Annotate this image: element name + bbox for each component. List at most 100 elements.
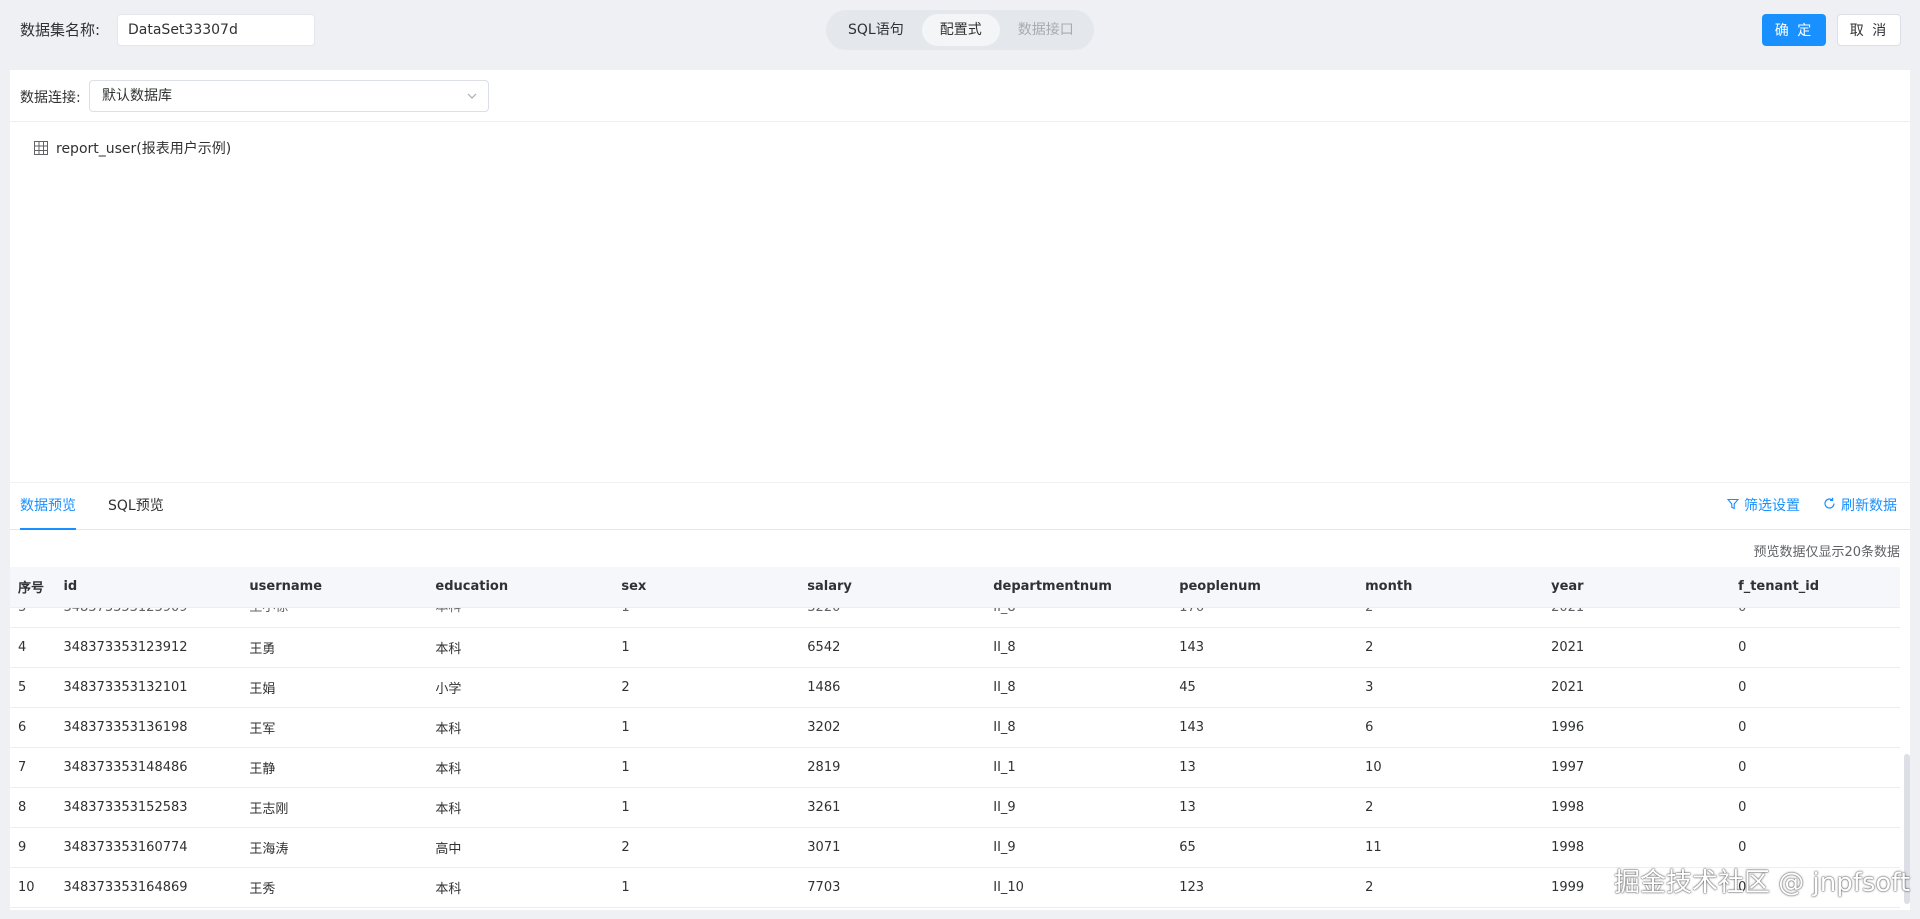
- table-cell: 2021: [1543, 667, 1731, 708]
- column-header[interactable]: departmentnum: [985, 567, 1172, 608]
- top-header: 数据集名称: SQL语句 配置式 数据接口 确 定 取 消: [0, 0, 1920, 60]
- table-cell: 0: [1730, 627, 1900, 668]
- column-header[interactable]: 序号: [10, 567, 56, 608]
- connection-label: 数据连接:: [20, 90, 81, 106]
- table-cell: 10: [10, 867, 56, 908]
- table-cell: 348373353123909: [55, 607, 242, 628]
- table-cell: 0: [1730, 607, 1900, 628]
- table-cell: 45: [1171, 667, 1358, 708]
- table-cell: 65: [1171, 827, 1358, 868]
- table-cell: 王小徐: [241, 607, 428, 628]
- filter-settings-label: 筛选设置: [1744, 498, 1800, 514]
- table-cell: 9: [10, 827, 56, 868]
- table-cell: 3: [10, 607, 56, 628]
- table-cell: 0: [1730, 827, 1900, 868]
- table-cell: 1: [613, 707, 800, 748]
- table-cell: II_8: [985, 607, 1172, 628]
- column-header[interactable]: username: [241, 567, 428, 608]
- table-cell: 本科: [427, 627, 614, 668]
- preview-limit-hint: 预览数据仅显示20条数据: [1753, 545, 1900, 560]
- mode-api[interactable]: 数据接口: [1000, 14, 1092, 46]
- table-cell: 1486: [799, 667, 986, 708]
- mode-config[interactable]: 配置式: [921, 14, 1000, 46]
- tab-data-preview[interactable]: 数据预览: [20, 483, 76, 530]
- table-cell: 10: [1357, 747, 1544, 788]
- tab-sql-preview[interactable]: SQL预览: [108, 483, 164, 530]
- column-header[interactable]: f_tenant_id: [1730, 567, 1900, 608]
- table-cell: II_9: [985, 827, 1172, 868]
- table-cell: 王静: [241, 747, 428, 788]
- table-cell: II_8: [985, 707, 1172, 748]
- dataset-name-input[interactable]: [117, 14, 315, 46]
- table-cell: 王海涛: [241, 827, 428, 868]
- table-cell: 8: [10, 787, 56, 828]
- confirm-button[interactable]: 确 定: [1762, 14, 1826, 46]
- table-cell: 王秀: [241, 867, 428, 908]
- table-cell: 0: [1730, 747, 1900, 788]
- column-header[interactable]: sex: [613, 567, 800, 608]
- preview-table: 序号 id username education sex salary depa…: [10, 567, 1900, 908]
- table-cell: 348373353123912: [55, 627, 242, 668]
- table-cell: 5: [10, 667, 56, 708]
- table-cell: 143: [1171, 627, 1358, 668]
- table-cell: 1: [613, 627, 800, 668]
- mode-switch: SQL语句 配置式 数据接口: [826, 10, 1094, 50]
- filter-settings-link[interactable]: 筛选设置: [1726, 483, 1800, 530]
- table-icon: [34, 141, 48, 155]
- table-header-row: 序号 id username education sex salary depa…: [10, 567, 1900, 608]
- table-cell: 王勇: [241, 627, 428, 668]
- table-cell: 2819: [799, 747, 986, 788]
- column-header[interactable]: month: [1357, 567, 1544, 608]
- table-cell: 1: [613, 747, 800, 788]
- column-header[interactable]: education: [427, 567, 614, 608]
- column-header[interactable]: salary: [799, 567, 986, 608]
- table-cell: 2: [613, 827, 800, 868]
- table-cell: 3071: [799, 827, 986, 868]
- column-header[interactable]: id: [55, 567, 242, 608]
- table-cell: 王志刚: [241, 787, 428, 828]
- table-cell: 348373353132101: [55, 667, 242, 708]
- table-cell: 王娟: [241, 667, 428, 708]
- preview-table-wrap: 序号 id username education sex salary depa…: [10, 567, 1900, 910]
- table-row[interactable]: 8 348373353152583 王志刚 本科 1 3261 II_9 13 2 1998 0: [10, 787, 1900, 828]
- connection-select[interactable]: 默认数据库: [89, 80, 489, 112]
- table-cell: 4: [10, 627, 56, 668]
- table-cell: 13: [1171, 747, 1358, 788]
- watermark: 掘金技术社区 @ jnpfsoft: [1614, 868, 1911, 898]
- table-cell: 176: [1171, 607, 1358, 628]
- table-cell: 7: [10, 747, 56, 788]
- table-cell: 13: [1171, 787, 1358, 828]
- table-cell: 6: [1357, 707, 1544, 748]
- table-row[interactable]: 3 348373353123909 王小徐 本科 1 3220 II_8 176 2 2021 0: [10, 607, 1900, 628]
- column-header[interactable]: peoplenum: [1171, 567, 1358, 608]
- table-cell: 3220: [799, 607, 986, 628]
- table-cell: 2: [1357, 607, 1544, 628]
- table-row[interactable]: 9 348373353160774 王海涛 高中 2 3071 II_9 65 11 1998 0: [10, 827, 1900, 868]
- table-cell: 本科: [427, 607, 614, 628]
- table-cell: 1998: [1543, 787, 1731, 828]
- table-cell: II_10: [985, 867, 1172, 908]
- refresh-data-link[interactable]: 刷新数据: [1823, 483, 1897, 530]
- table-cell: 小学: [427, 667, 614, 708]
- table-row[interactable]: 4 348373353123912 王勇 本科 1 6542 II_8 143 2 2021 0: [10, 627, 1900, 668]
- table-cell: 本科: [427, 747, 614, 788]
- table-cell: 本科: [427, 707, 614, 748]
- table-tree-item[interactable]: report_user(报表用户示例): [34, 138, 231, 158]
- table-cell: II_9: [985, 787, 1172, 828]
- table-tree-label: report_user(报表用户示例): [56, 141, 232, 157]
- table-cell: 2: [613, 667, 800, 708]
- table-cell: 2: [1357, 627, 1544, 668]
- table-row[interactable]: 5 348373353132101 王娟 小学 2 1486 II_8 45 3 2021 0: [10, 667, 1900, 708]
- column-header[interactable]: year: [1543, 567, 1731, 608]
- table-cell: 2: [1357, 787, 1544, 828]
- table-cell: 7703: [799, 867, 986, 908]
- cancel-button[interactable]: 取 消: [1837, 14, 1901, 46]
- table-cell: 1: [613, 867, 800, 908]
- table-cell: 1996: [1543, 707, 1731, 748]
- table-row[interactable]: 7 348373353148486 王静 本科 1 2819 II_1 13 10 1997 0: [10, 747, 1900, 788]
- table-cell: 348373353152583: [55, 787, 242, 828]
- table-cell: 2021: [1543, 627, 1731, 668]
- table-cell: II_8: [985, 627, 1172, 668]
- mode-sql[interactable]: SQL语句: [830, 14, 922, 46]
- table-row[interactable]: 6 348373353136198 王军 本科 1 3202 II_8 143 6 1996 0: [10, 707, 1900, 748]
